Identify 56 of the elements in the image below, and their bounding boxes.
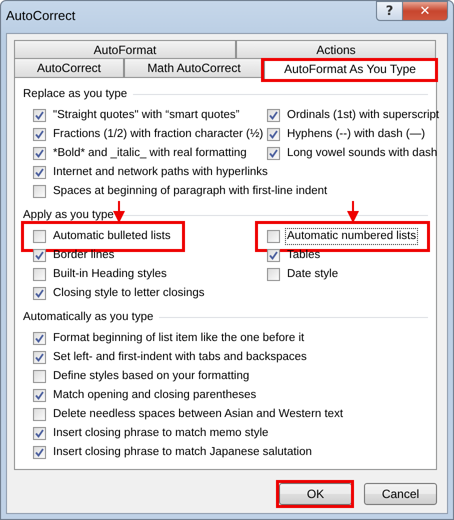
ok-button[interactable]: OK bbox=[279, 483, 352, 505]
checkbox[interactable] bbox=[33, 147, 46, 160]
tab[interactable]: Math AutoCorrect bbox=[124, 58, 264, 77]
cancel-button[interactable]: Cancel bbox=[364, 483, 437, 505]
checkbox-label[interactable]: Define styles based on your formatting bbox=[51, 368, 252, 385]
tab[interactable]: Actions bbox=[236, 40, 436, 59]
checkbox-label[interactable]: Spaces at beginning of paragraph with first-line indent bbox=[51, 183, 330, 200]
checkbox-label[interactable]: Automatic numbered lists bbox=[285, 228, 418, 245]
checkbox-label[interactable]: Closing style to letter closings bbox=[51, 285, 206, 302]
checkbox-label[interactable]: Automatic bulleted lists bbox=[51, 228, 173, 245]
checkbox-label[interactable]: Border lines bbox=[51, 247, 116, 264]
checkbox[interactable] bbox=[33, 389, 46, 402]
checkbox[interactable] bbox=[33, 166, 46, 179]
checkbox[interactable] bbox=[267, 268, 280, 281]
checkbox-label[interactable]: Internet and network paths with hyperlinks bbox=[51, 164, 270, 181]
checkbox-label[interactable]: Hyphens (--) with dash (—) bbox=[285, 126, 428, 143]
tab[interactable]: AutoFormat bbox=[14, 40, 236, 59]
checkbox-label[interactable]: Fractions (1/2) with fraction character (½) bbox=[51, 126, 266, 143]
checkbox-label[interactable]: Insert closing phrase to match Japanese salutation bbox=[51, 444, 314, 461]
tab[interactable]: AutoCorrect bbox=[14, 58, 124, 77]
checkbox-label[interactable]: Built-in Heading styles bbox=[51, 266, 169, 283]
checkbox-label[interactable]: Set left- and first-indent with tabs and backspaces bbox=[51, 349, 309, 366]
checkbox[interactable] bbox=[33, 249, 46, 262]
checkbox[interactable] bbox=[33, 446, 46, 459]
checkbox[interactable] bbox=[33, 109, 46, 122]
checkbox-label[interactable]: Delete needless spaces between Asian and Western text bbox=[51, 406, 346, 423]
checkbox[interactable] bbox=[33, 370, 46, 383]
checkbox[interactable] bbox=[267, 109, 280, 122]
section-heading: Replace as you type bbox=[23, 88, 128, 100]
checkbox-label[interactable]: Match opening and closing parentheses bbox=[51, 387, 258, 404]
section-heading: Automatically as you type bbox=[23, 311, 154, 323]
checkbox[interactable] bbox=[33, 287, 46, 300]
checkbox-label[interactable]: Tables bbox=[285, 247, 322, 264]
checkbox-label[interactable]: *Bold* and _italic_ with real formatting bbox=[51, 145, 249, 162]
checkbox[interactable] bbox=[267, 230, 280, 243]
checkbox[interactable] bbox=[33, 128, 46, 141]
help-button[interactable]: ? bbox=[376, 1, 403, 21]
section-heading: Apply as you type bbox=[23, 209, 114, 221]
checkbox[interactable] bbox=[267, 147, 280, 160]
checkbox[interactable] bbox=[33, 268, 46, 281]
checkbox-label[interactable]: Ordinals (1st) with superscript bbox=[285, 107, 442, 124]
window-title: AutoCorrect bbox=[6, 8, 76, 23]
checkbox-label[interactable]: Long vowel sounds with dash bbox=[285, 145, 440, 162]
checkbox[interactable] bbox=[33, 230, 46, 243]
checkbox-label[interactable]: Insert closing phrase to match memo style bbox=[51, 425, 270, 442]
checkbox[interactable] bbox=[267, 249, 280, 262]
checkbox-label[interactable]: Date style bbox=[285, 266, 340, 283]
close-button[interactable]: ✕ bbox=[403, 1, 448, 21]
checkbox-label[interactable]: Format beginning of list item like the one before it bbox=[51, 330, 306, 347]
checkbox[interactable] bbox=[33, 332, 46, 345]
checkbox[interactable] bbox=[267, 128, 280, 141]
checkbox[interactable] bbox=[33, 185, 46, 198]
checkbox-label[interactable]: "Straight quotes" with “smart quotes” bbox=[51, 107, 242, 124]
checkbox[interactable] bbox=[33, 427, 46, 440]
checkbox[interactable] bbox=[33, 351, 46, 364]
checkbox[interactable] bbox=[33, 408, 46, 421]
